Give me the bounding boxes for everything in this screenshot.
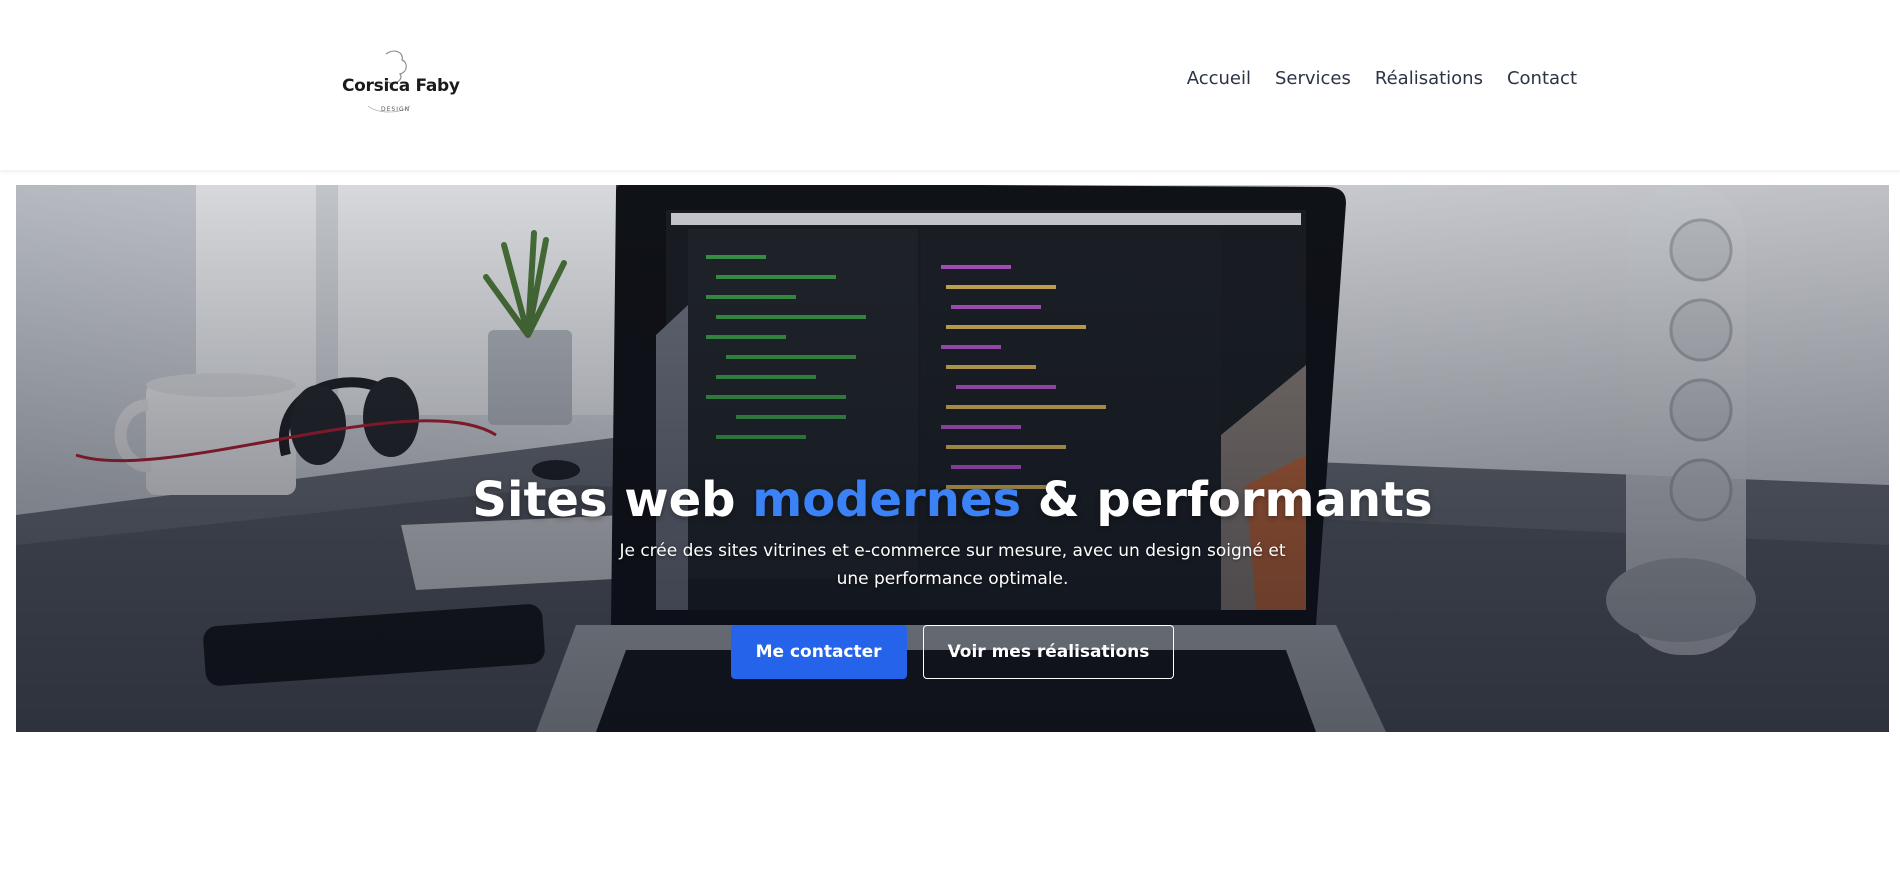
hero-title-end: & performants bbox=[1021, 472, 1433, 528]
hero-title: Sites web modernes & performants bbox=[16, 475, 1889, 525]
nav-link-contact[interactable]: Contact bbox=[1507, 68, 1577, 89]
nav-link-accueil[interactable]: Accueil bbox=[1187, 68, 1251, 89]
nav-link-realisations[interactable]: Réalisations bbox=[1375, 68, 1483, 89]
hero-actions: Me contacter Voir mes réalisations bbox=[16, 625, 1889, 680]
hero-title-start: Sites web bbox=[472, 472, 753, 528]
logo-name: Corsica Faby bbox=[342, 76, 460, 96]
hero-content: Sites web modernes & performants Je crée… bbox=[16, 475, 1889, 680]
main-nav: Accueil Services Réalisations Contact bbox=[1187, 68, 1577, 89]
contact-button[interactable]: Me contacter bbox=[730, 625, 907, 680]
nav-link-services[interactable]: Services bbox=[1275, 68, 1351, 89]
page: Corsica Faby DESIGN Accueil Services Réa… bbox=[0, 0, 1900, 892]
logo-subtitle: DESIGN bbox=[381, 106, 411, 113]
hero-subtitle: Je crée des sites vitrines et e-commerce… bbox=[619, 541, 1286, 590]
hero-banner: Sites web modernes & performants Je crée… bbox=[16, 185, 1889, 732]
hero-title-accent: modernes bbox=[752, 472, 1022, 528]
portfolio-button[interactable]: Voir mes réalisations bbox=[922, 625, 1175, 680]
site-header: Corsica Faby DESIGN Accueil Services Réa… bbox=[0, 0, 1900, 170]
logo[interactable]: Corsica Faby DESIGN bbox=[338, 48, 460, 118]
